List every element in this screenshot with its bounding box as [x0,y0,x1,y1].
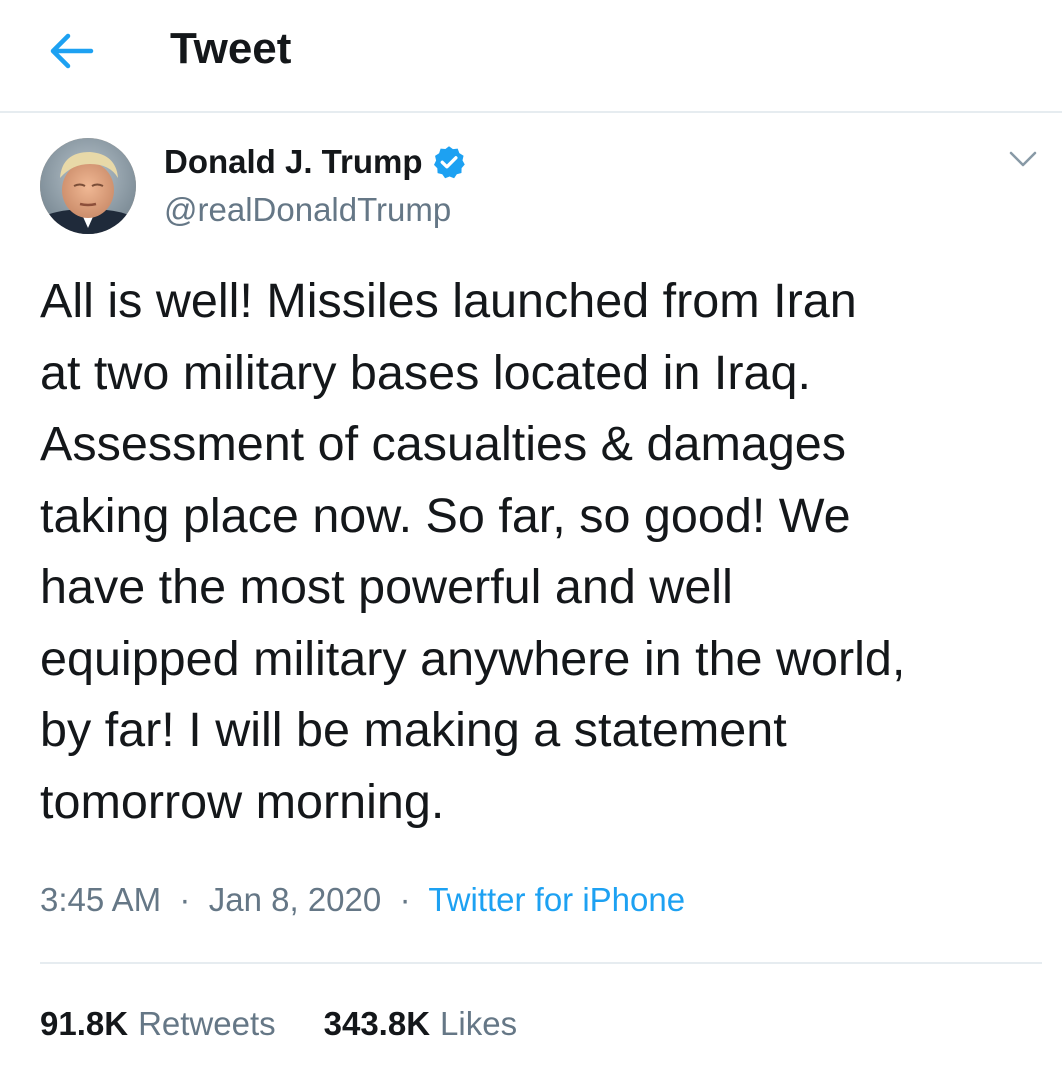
retweets-stat[interactable]: 91.8K Retweets [40,1002,276,1046]
tweet-text-line: equipped military anywhere in the world, [40,631,906,686]
tweet-text-line: Assessment of casualties & damages [40,417,847,471]
likes-stat[interactable]: 343.8K Likes [324,1002,517,1046]
tweet-time[interactable]: 3:45 AM [40,881,161,918]
tweet-text-line: have the most powerful and well [40,560,733,614]
author-handle[interactable]: @realDonaldTrump [164,190,451,230]
tweet-metadata: 3:45 AM · Jan 8, 2020 · Twitter for iPho… [40,878,685,922]
meta-separator: · [170,881,200,918]
tweet-text-line: at two military bases located in Iraq. [40,345,811,400]
tweet-text-line: by far! I will be making a statement [40,703,787,757]
tweet-text-line: taking place now. So far, so good! We [40,488,851,543]
page-title: Tweet [170,24,292,73]
tweet-menu-button[interactable] [1006,142,1040,176]
avatar[interactable] [40,138,136,234]
tweet-text-line: All is well! Missiles launched from Iran [40,274,857,328]
tweet-stats: 91.8K Retweets 343.8K Likes [40,1002,517,1046]
likes-label: Likes [440,1005,518,1042]
author-name-row[interactable]: Donald J. Trump [164,140,467,184]
author-name: Donald J. Trump [164,143,423,180]
retweets-label: Retweets [138,1005,276,1042]
back-button[interactable] [40,24,104,78]
tweet-text: All is well! Missiles launched from Iran… [40,266,1040,838]
arrow-left-icon [50,33,94,69]
divider [40,962,1042,964]
tweet-source-link[interactable]: Twitter for iPhone [428,881,685,918]
chevron-down-icon [1009,151,1037,167]
top-bar: Tweet [0,0,1062,113]
tweet-date[interactable]: Jan 8, 2020 [209,881,381,918]
retweets-count: 91.8K [40,1005,129,1042]
verified-badge-icon [433,146,465,179]
avatar-photo [40,138,136,234]
meta-separator: · [390,881,420,918]
tweet-text-line: tomorrow morning. [40,774,445,829]
likes-count: 343.8K [323,1005,431,1042]
